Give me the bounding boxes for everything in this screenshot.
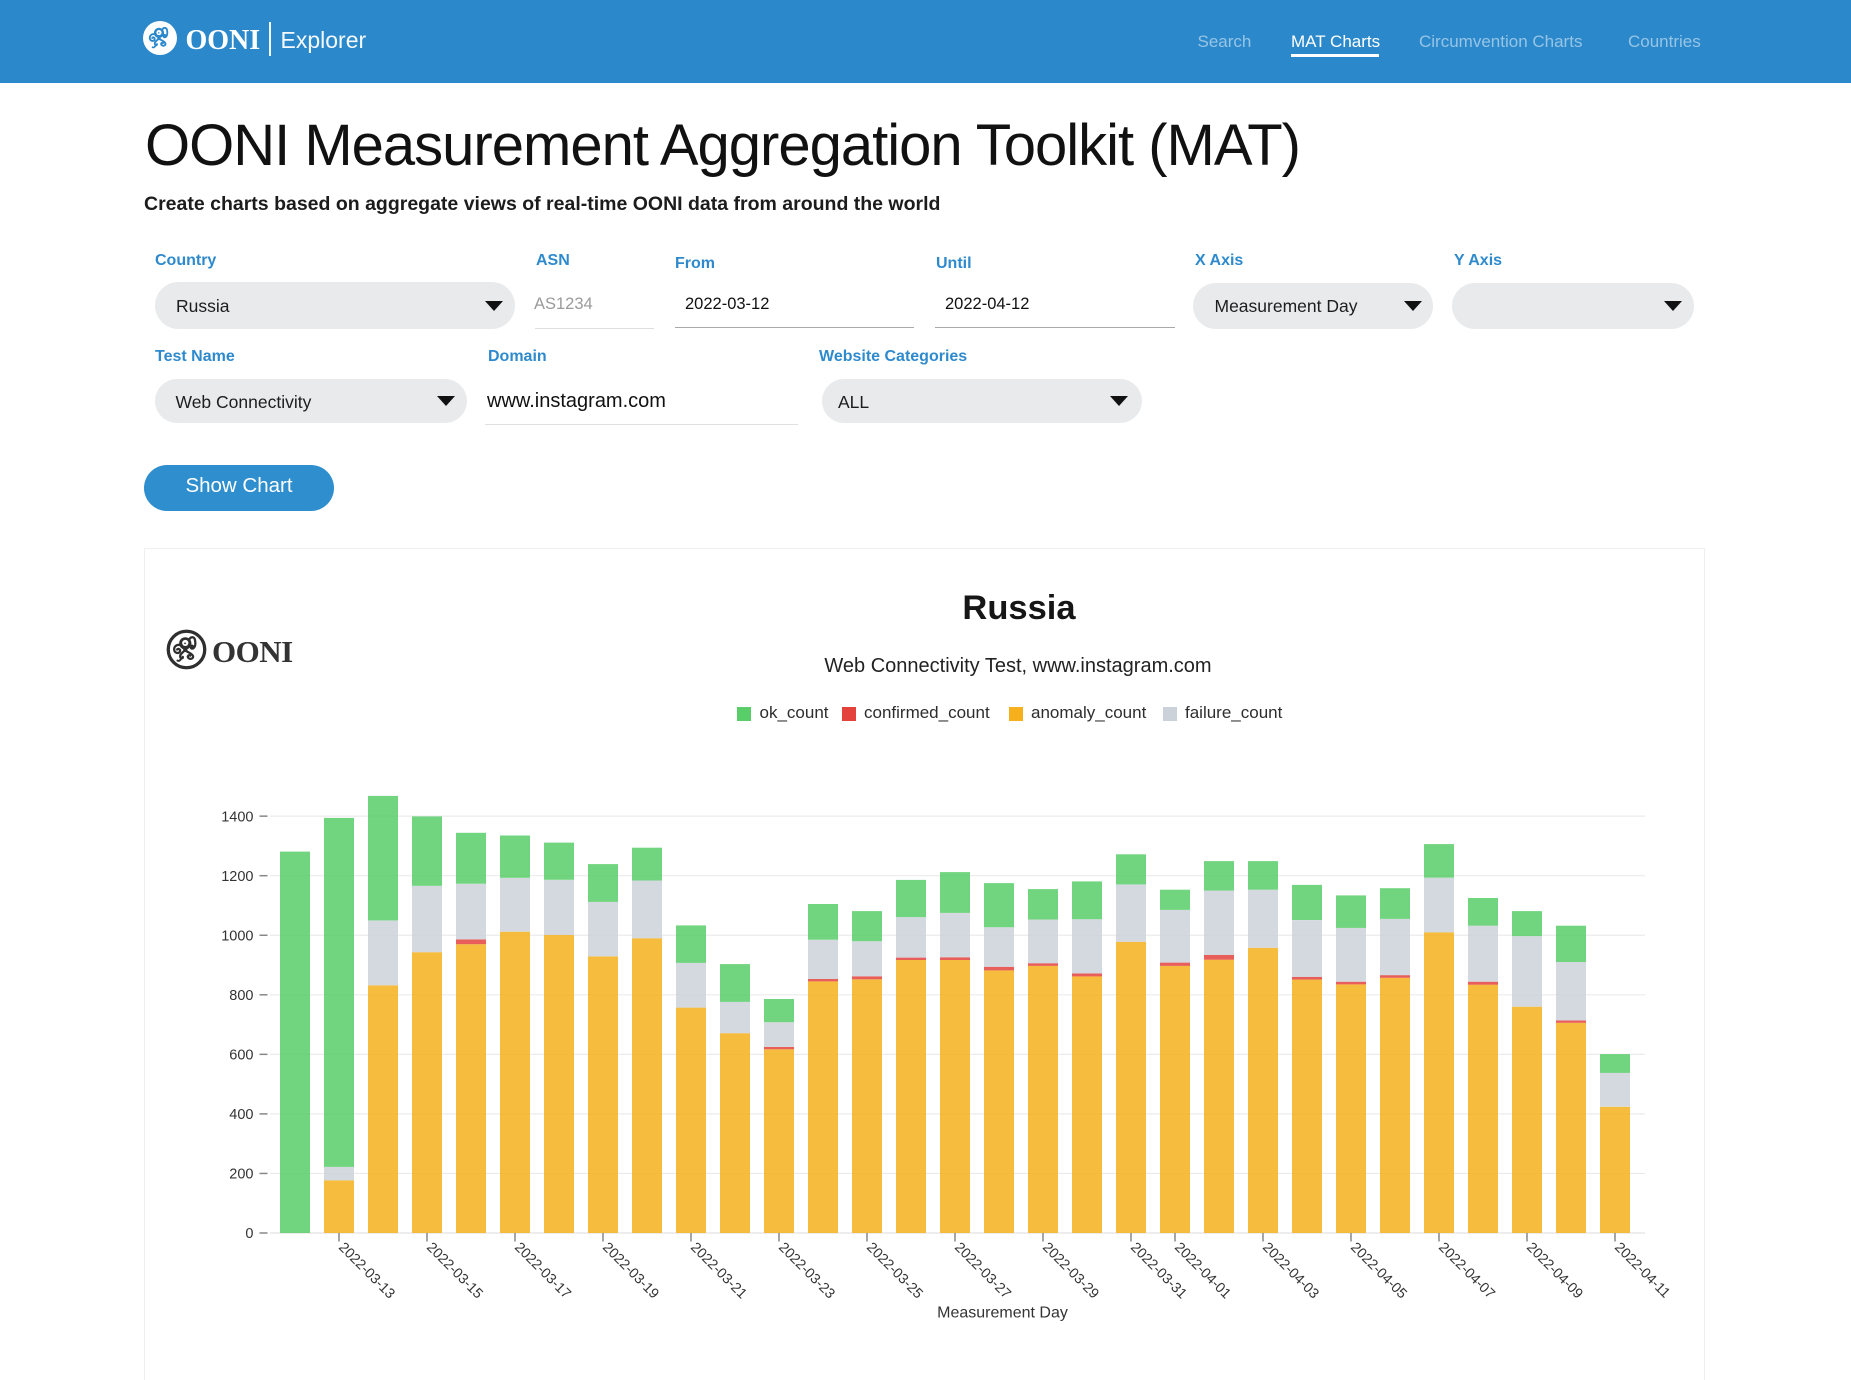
svg-text:800: 800	[229, 988, 253, 1004]
svg-text:1200: 1200	[221, 869, 253, 885]
svg-text:2022-03-21: 2022-03-21	[687, 1240, 750, 1303]
svg-text:2022-03-29: 2022-03-29	[1039, 1240, 1102, 1303]
svg-text:2022-03-27: 2022-03-27	[951, 1240, 1014, 1303]
svg-text:2022-04-05: 2022-04-05	[1347, 1240, 1410, 1303]
svg-text:0: 0	[245, 1226, 253, 1242]
svg-text:Measurement Day: Measurement Day	[937, 1305, 1068, 1322]
svg-text:2022-04-07: 2022-04-07	[1435, 1240, 1498, 1303]
svg-text:2022-03-19: 2022-03-19	[599, 1240, 662, 1303]
svg-text:2022-03-17: 2022-03-17	[511, 1240, 574, 1303]
svg-text:1400: 1400	[221, 809, 253, 825]
svg-text:400: 400	[229, 1107, 253, 1123]
svg-text:200: 200	[229, 1167, 253, 1183]
svg-text:600: 600	[229, 1048, 253, 1064]
svg-text:2022-03-15: 2022-03-15	[423, 1240, 486, 1303]
svg-text:1000: 1000	[221, 928, 253, 944]
svg-text:2022-03-13: 2022-03-13	[335, 1240, 398, 1303]
svg-text:2022-03-23: 2022-03-23	[775, 1240, 838, 1303]
svg-text:2022-03-25: 2022-03-25	[863, 1240, 926, 1303]
svg-text:2022-04-09: 2022-04-09	[1523, 1240, 1586, 1303]
svg-text:2022-04-03: 2022-04-03	[1259, 1240, 1322, 1303]
svg-text:2022-04-11: 2022-04-11	[1611, 1240, 1673, 1302]
